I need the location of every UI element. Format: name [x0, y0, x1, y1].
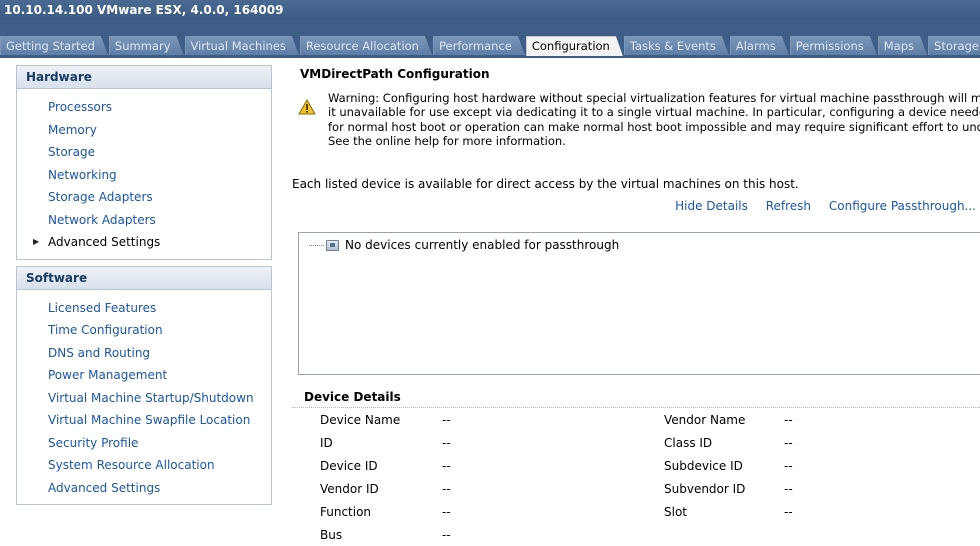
- sidebar-item-vm-swapfile-location[interactable]: Virtual Machine Swapfile Location: [17, 409, 271, 432]
- detail-label-subvendor-id: Subvendor ID: [664, 482, 746, 496]
- hide-details-link[interactable]: Hide Details: [675, 199, 748, 213]
- sidebar-item-power-management[interactable]: Power Management: [17, 364, 271, 387]
- sidebar-item-storage-adapters[interactable]: Storage Adapters: [17, 186, 271, 209]
- device-list[interactable]: No devices currently enabled for passthr…: [298, 232, 980, 375]
- detail-label-vendor-name: Vendor Name: [664, 413, 746, 427]
- software-panel: Software Licensed Features Time Configur…: [16, 265, 272, 505]
- detail-label-subdevice-id: Subdevice ID: [664, 459, 743, 473]
- sidebar-item-security-profile[interactable]: Security Profile: [17, 432, 271, 455]
- window-title: 10.10.14.100 VMware ESX, 4.0.0, 164009: [0, 0, 980, 20]
- warning-icon: [298, 99, 316, 115]
- sidebar-item-licensed-features[interactable]: Licensed Features: [17, 297, 271, 320]
- sidebar-item-dns-routing[interactable]: DNS and Routing: [17, 342, 271, 365]
- sidebar-item-advanced-settings-sw[interactable]: Advanced Settings: [17, 477, 271, 500]
- sidebar-item-time-configuration[interactable]: Time Configuration: [17, 319, 271, 342]
- tab-permissions[interactable]: Permissions: [790, 36, 877, 55]
- detail-value-slot: --: [784, 505, 793, 519]
- detail-label-function: Function: [320, 505, 372, 519]
- tab-resource-allocation[interactable]: Resource Allocation: [300, 36, 432, 55]
- tab-alarms[interactable]: Alarms: [730, 36, 789, 55]
- tree-connector: [309, 245, 324, 246]
- detail-label-vendor-id: Vendor ID: [320, 482, 379, 496]
- detail-value-function: --: [442, 505, 451, 519]
- detail-value-device-name: --: [442, 413, 451, 427]
- device-details: Device Details Device Name -- ID -- Devi…: [292, 387, 980, 542]
- sidebar-item-processors[interactable]: Processors: [17, 96, 271, 119]
- tab-bar: Getting Started Summary Virtual Machines Re…: [0, 20, 980, 58]
- action-links: Hide Details Refresh Configure Passthrou…: [661, 199, 976, 213]
- tab-storage-views[interactable]: Storage Views: [928, 36, 980, 55]
- tab-summary[interactable]: Summary: [109, 36, 184, 55]
- sidebar-item-label: Advanced Settings: [48, 235, 161, 249]
- warning-box: Warning: Configuring host hardware witho…: [292, 89, 980, 159]
- description-text: Each listed device is available for dire…: [292, 177, 799, 191]
- detail-label-device-id: Device ID: [320, 459, 378, 473]
- page-title: VMDirectPath Configuration: [300, 67, 490, 81]
- sidebar-item-networking[interactable]: Networking: [17, 164, 271, 187]
- sidebar-item-vm-startup-shutdown[interactable]: Virtual Machine Startup/Shutdown: [17, 387, 271, 410]
- refresh-link[interactable]: Refresh: [766, 199, 811, 213]
- detail-label-class-id: Class ID: [664, 436, 713, 450]
- sidebar: Hardware Processors Memory Storage Netwo…: [16, 65, 272, 511]
- sidebar-item-memory[interactable]: Memory: [17, 119, 271, 142]
- tab-getting-started[interactable]: Getting Started: [0, 36, 108, 55]
- tab-virtual-machines[interactable]: Virtual Machines: [185, 36, 299, 55]
- software-header: Software: [17, 266, 271, 290]
- selected-arrow-icon: ▶: [33, 237, 40, 246]
- sidebar-item-system-resource-allocation[interactable]: System Resource Allocation: [17, 454, 271, 477]
- tab-performance[interactable]: Performance: [433, 36, 525, 55]
- list-item[interactable]: No devices currently enabled for passthr…: [309, 238, 619, 252]
- warning-line: See the online help for more information…: [328, 134, 566, 149]
- detail-value-subvendor-id: --: [784, 482, 793, 496]
- pci-device-icon: [326, 240, 339, 251]
- sidebar-item-network-adapters[interactable]: Network Adapters: [17, 209, 271, 232]
- detail-value-id: --: [442, 436, 451, 450]
- detail-label-bus: Bus: [320, 528, 343, 542]
- detail-value-subdevice-id: --: [784, 459, 793, 473]
- detail-value-class-id: --: [784, 436, 793, 450]
- hardware-panel: Hardware Processors Memory Storage Netwo…: [16, 65, 272, 260]
- tab-tasks-events[interactable]: Tasks & Events: [624, 36, 729, 55]
- detail-value-device-id: --: [442, 459, 451, 473]
- empty-message: No devices currently enabled for passthr…: [345, 238, 620, 252]
- hardware-header: Hardware: [17, 66, 271, 89]
- detail-value-bus: --: [442, 528, 451, 542]
- tab-configuration[interactable]: Configuration: [526, 36, 623, 56]
- tab-maps[interactable]: Maps: [878, 36, 927, 55]
- device-details-header: Device Details: [292, 387, 980, 408]
- warning-line: it unavailable for use except via dedica…: [328, 105, 980, 120]
- sidebar-item-storage[interactable]: Storage: [17, 141, 271, 164]
- sidebar-item-advanced-settings-hw[interactable]: ▶ Advanced Settings: [17, 231, 271, 254]
- configure-passthrough-link[interactable]: Configure Passthrough...: [829, 199, 976, 213]
- detail-label-device-name: Device Name: [320, 413, 401, 427]
- warning-line: for normal host boot or operation can ma…: [328, 119, 980, 134]
- detail-value-vendor-name: --: [784, 413, 793, 427]
- warning-text: Warning: Configuring host hardware witho…: [328, 91, 980, 149]
- warning-line: Warning: Configuring host hardware witho…: [328, 91, 980, 105]
- detail-value-vendor-id: --: [442, 482, 451, 496]
- detail-label-slot: Slot: [664, 505, 687, 519]
- main-content: VMDirectPath Configuration Warning: Conf…: [292, 65, 980, 542]
- detail-label-id: ID: [320, 436, 333, 450]
